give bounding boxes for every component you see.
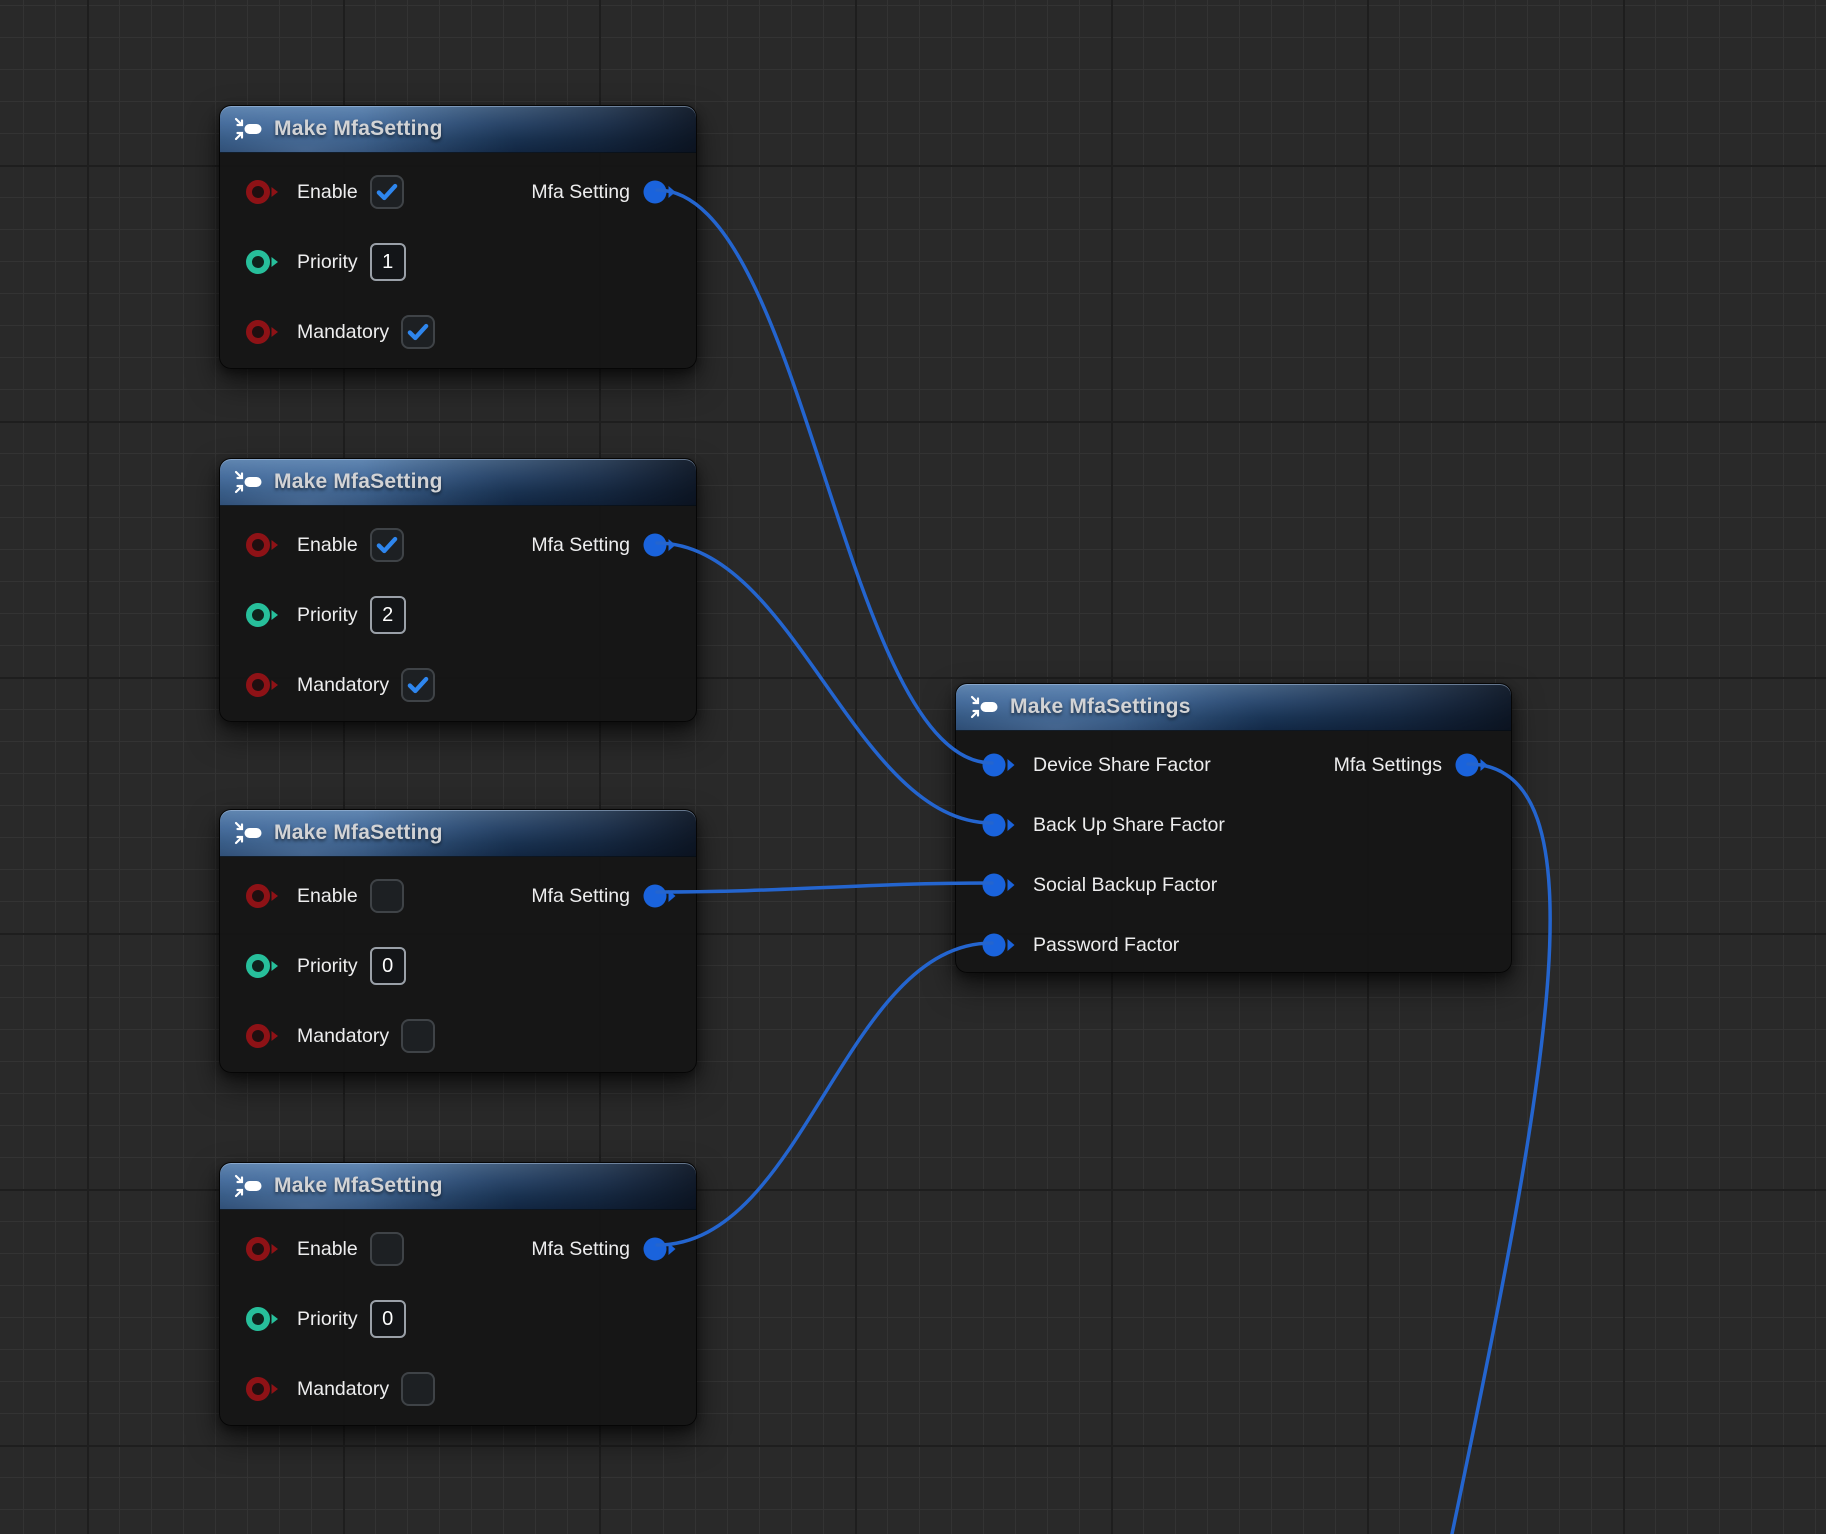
pin-row-output: Mfa Setting [531,1227,682,1271]
pin-row-password-factor: Password Factor [956,915,1511,975]
struct-pin-device-share-factor[interactable] [981,752,1021,778]
pin-label-mfa-setting: Mfa Setting [531,1238,630,1261]
node-title-bar[interactable]: Make MfaSetting [220,810,696,857]
pin-row-priority: Priority 1 [220,227,696,297]
priority-input[interactable]: 0 [370,1300,406,1338]
priority-input[interactable]: 0 [370,947,406,985]
bool-pin-enable[interactable] [245,1236,285,1262]
node-title: Make MfaSetting [274,821,443,845]
pin-label-priority: Priority [297,251,358,274]
pin-row-mandatory: Mandatory [220,1354,696,1424]
bool-pin-mandatory[interactable] [245,672,285,698]
pin-label-enable: Enable [297,181,358,204]
priority-input[interactable]: 2 [370,596,406,634]
priority-input[interactable]: 1 [370,243,406,281]
pin-row-mandatory: Mandatory [220,297,696,367]
int-pin-priority[interactable] [245,249,285,275]
pin-label-social-backup-factor: Social Backup Factor [1033,874,1217,897]
make-struct-icon [970,695,998,719]
int-pin-priority[interactable] [245,1306,285,1332]
pin-row-output: Mfa Setting [531,523,682,567]
pin-label-backup-share-factor: Back Up Share Factor [1033,814,1225,837]
node-make-mfasetting-2[interactable]: Make MfaSetting Enable [219,458,697,722]
node-make-mfasetting-4[interactable]: Make MfaSetting Enable [219,1162,697,1426]
mandatory-checkbox[interactable] [401,315,435,349]
node-title: Make MfaSettings [1010,695,1191,719]
bool-pin-enable[interactable] [245,179,285,205]
node-make-mfasetting-1[interactable]: Make MfaSetting Enable [219,105,697,369]
pin-row-priority: Priority 2 [220,580,696,650]
pin-label-mandatory: Mandatory [297,321,389,344]
pin-row-priority: Priority 0 [220,931,696,1001]
node-title: Make MfaSetting [274,1174,443,1198]
enable-checkbox[interactable] [370,528,404,562]
node-title-bar[interactable]: Make MfaSetting [220,1163,696,1210]
node-title-bar[interactable]: Make MfaSetting [220,106,696,153]
pin-label-enable: Enable [297,534,358,557]
checkmark-icon [374,179,400,205]
blueprint-graph-canvas[interactable]: Make MfaSetting Enable [0,0,1826,1534]
wire-setting2-to-backup-share-factor[interactable] [657,543,992,823]
mandatory-checkbox[interactable] [401,668,435,702]
make-struct-icon [234,821,262,845]
pin-row-social-backup-factor: Social Backup Factor [956,855,1511,915]
pin-label-mandatory: Mandatory [297,674,389,697]
bool-pin-enable[interactable] [245,532,285,558]
pin-label-priority: Priority [297,604,358,627]
bool-pin-mandatory[interactable] [245,1376,285,1402]
pin-label-priority: Priority [297,1308,358,1331]
pin-row-priority: Priority 0 [220,1284,696,1354]
checkmark-icon [405,672,431,698]
node-title: Make MfaSetting [274,117,443,141]
make-struct-icon [234,117,262,141]
enable-checkbox[interactable] [370,879,404,913]
node-title-bar[interactable]: Make MfaSettings [956,684,1511,731]
pin-row-mandatory: Mandatory [220,650,696,720]
struct-pin-password-factor[interactable] [981,932,1021,958]
pin-label-device-share-factor: Device Share Factor [1033,754,1211,777]
bool-pin-enable[interactable] [245,883,285,909]
pin-row-backup-share-factor: Back Up Share Factor [956,795,1511,855]
struct-pin-backup-share-factor[interactable] [981,812,1021,838]
bool-pin-mandatory[interactable] [245,319,285,345]
pin-label-mfa-setting: Mfa Setting [531,181,630,204]
int-pin-priority[interactable] [245,953,285,979]
pin-row-output: Mfa Setting [531,170,682,214]
pin-label-password-factor: Password Factor [1033,934,1179,957]
node-make-mfasettings[interactable]: Make MfaSettings Device Share Factor [955,683,1512,973]
struct-pin-mfa-setting-out[interactable] [642,883,682,909]
pin-label-mfa-setting: Mfa Setting [531,885,630,908]
pin-label-mfa-setting: Mfa Setting [531,534,630,557]
enable-checkbox[interactable] [370,1232,404,1266]
pin-label-enable: Enable [297,885,358,908]
struct-pin-social-backup-factor[interactable] [981,872,1021,898]
node-title-bar[interactable]: Make MfaSetting [220,459,696,506]
mandatory-checkbox[interactable] [401,1372,435,1406]
node-make-mfasetting-3[interactable]: Make MfaSetting Enable [219,809,697,1073]
pin-label-mfa-settings: Mfa Settings [1334,754,1442,777]
enable-checkbox[interactable] [370,175,404,209]
node-title: Make MfaSetting [274,470,443,494]
wire-setting1-to-device-share-factor[interactable] [657,190,992,763]
mandatory-checkbox[interactable] [401,1019,435,1053]
wire-setting3-to-social-backup-factor[interactable] [657,883,992,892]
bool-pin-mandatory[interactable] [245,1023,285,1049]
wire-setting4-to-password-factor[interactable] [657,943,992,1245]
make-struct-icon [234,470,262,494]
pin-row-mandatory: Mandatory [220,1001,696,1071]
pin-label-enable: Enable [297,1238,358,1261]
pin-label-mandatory: Mandatory [297,1378,389,1401]
checkmark-icon [405,319,431,345]
pin-label-mandatory: Mandatory [297,1025,389,1048]
pin-label-priority: Priority [297,955,358,978]
make-struct-icon [234,1174,262,1198]
struct-pin-mfa-setting-out[interactable] [642,1236,682,1262]
pin-row-output: Mfa Setting [531,874,682,918]
checkmark-icon [374,532,400,558]
int-pin-priority[interactable] [245,602,285,628]
